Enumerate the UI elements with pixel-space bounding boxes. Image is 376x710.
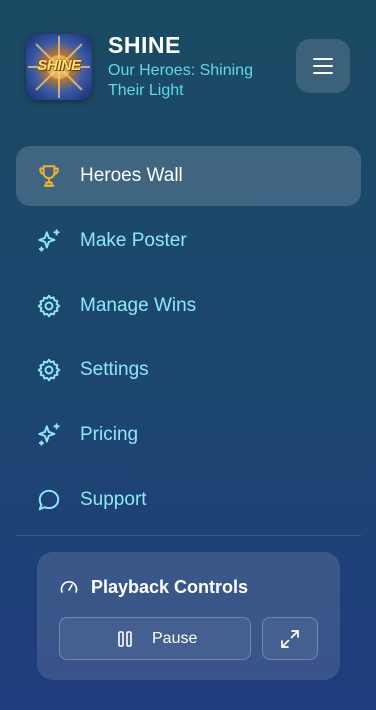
sparkles-icon xyxy=(38,423,60,446)
gear-icon xyxy=(37,294,61,317)
playback-controls-panel: Playback Controls Pause xyxy=(37,552,340,680)
gauge-icon xyxy=(60,581,78,593)
sidebar-item-label: Settings xyxy=(80,359,149,381)
sidebar-nav: Heroes Wall Make Poster Manage Wins Sett… xyxy=(16,146,361,535)
sidebar-item-make-poster[interactable]: Make Poster xyxy=(16,211,361,271)
sidebar-item-settings[interactable]: Settings xyxy=(16,340,361,400)
sidebar-header: SHINE SHINE Our Heroes: Shining Their Li… xyxy=(26,32,350,100)
gear-icon xyxy=(37,359,61,382)
pause-icon xyxy=(118,631,132,647)
trophy-icon xyxy=(39,165,59,187)
hamburger-menu-icon xyxy=(313,58,333,74)
sidebar-item-label: Pricing xyxy=(80,424,139,446)
fullscreen-button[interactable] xyxy=(262,617,318,660)
menu-toggle-button[interactable] xyxy=(296,39,350,93)
app-title: SHINE xyxy=(108,32,181,58)
sidebar-item-label: Manage Wins xyxy=(80,294,197,316)
expand-icon xyxy=(281,629,299,648)
logo-text: SHINE xyxy=(37,57,81,74)
playback-title: Playback Controls xyxy=(91,577,249,597)
divider xyxy=(16,535,361,536)
sparkles-icon xyxy=(38,228,60,252)
chat-bubble-icon xyxy=(38,489,60,511)
sidebar-item-heroes-wall[interactable]: Heroes Wall xyxy=(16,146,361,206)
app-subtitle: Our Heroes: Shining Their Light xyxy=(108,62,253,99)
pause-button[interactable]: Pause xyxy=(59,617,251,660)
sidebar-item-label: Support xyxy=(80,488,147,510)
app-logo[interactable]: SHINE xyxy=(26,34,92,100)
sidebar-item-manage-wins[interactable]: Manage Wins xyxy=(16,276,361,336)
sidebar-item-support[interactable]: Support xyxy=(16,470,361,530)
sidebar-item-pricing[interactable]: Pricing xyxy=(16,405,361,465)
sidebar-item-label: Heroes Wall xyxy=(80,165,183,186)
sidebar-item-label: Make Poster xyxy=(80,229,187,251)
pause-button-label: Pause xyxy=(152,630,198,647)
